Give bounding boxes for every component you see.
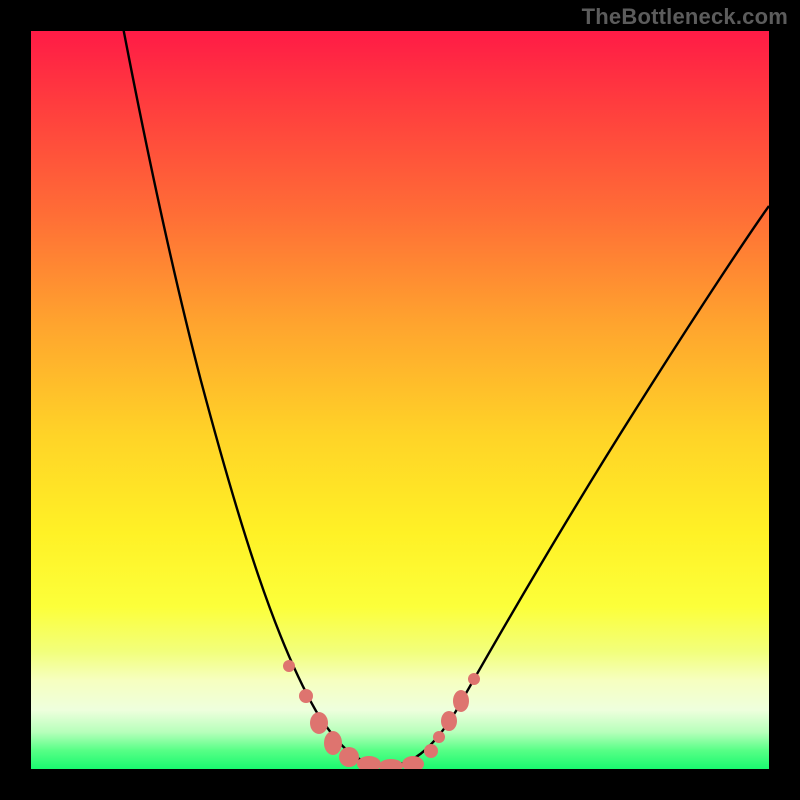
watermark-text: TheBottleneck.com	[582, 4, 788, 30]
bottleneck-curve	[91, 31, 769, 766]
bottom-markers	[283, 660, 480, 769]
chart-frame: TheBottleneck.com	[0, 0, 800, 800]
curve-layer	[31, 31, 769, 769]
plot-area	[31, 31, 769, 769]
